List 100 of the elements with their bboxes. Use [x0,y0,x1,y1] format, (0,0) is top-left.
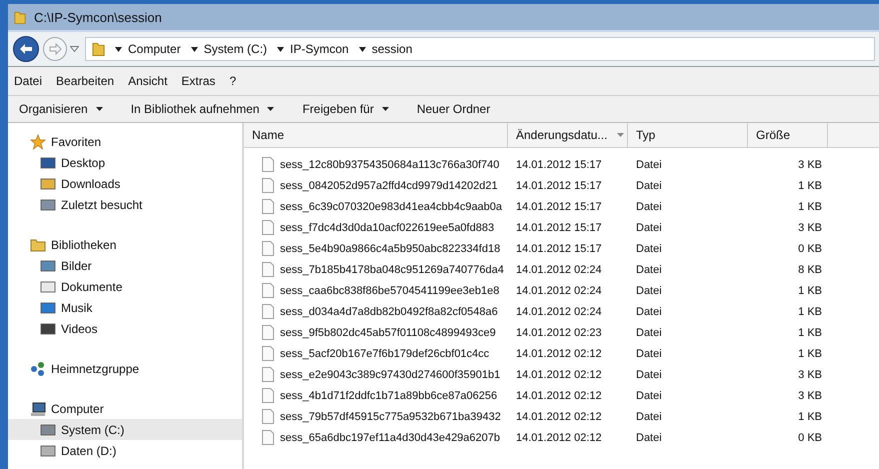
sidebar-item[interactable]: Bibliotheken [8,234,242,255]
file-name[interactable]: sess_d034a4d7a8db82b0492f8a82cf0548a6 [280,306,498,318]
back-button[interactable] [12,35,40,63]
file-icon [262,409,274,424]
table-cell: Datei [636,326,662,338]
file-name[interactable]: sess_0842052d957a2ffd4cd9979d14202d21 [280,180,498,192]
table-cell: 1 KB [798,284,822,296]
table-cell: 14.01.2012 02:12 [516,390,602,402]
sidebar-item[interactable]: Desktop [8,152,242,173]
menu-item[interactable]: Bearbeiten [56,74,114,88]
table-cell: 14.01.2012 15:17 [516,222,602,234]
table-cell: 1 KB [798,306,822,318]
sidebar-item[interactable]: System (C:) [8,419,242,440]
breadcrumb-item[interactable]: System (C:) [204,42,268,56]
table-cell: Datei [636,180,662,192]
file-icon [262,262,274,277]
file-name[interactable]: sess_caa6bc838f86be5704541199ee3eb1e8 [280,284,500,296]
table-cell: 3 KB [798,158,822,170]
folder-icon [92,41,105,57]
table-cell: Datei [636,432,662,444]
file-icon [262,283,274,298]
menu-item[interactable]: Datei [14,74,42,88]
sidebar-item[interactable]: Favoriten [8,131,242,152]
toolbar-button[interactable]: Freigeben für [299,100,392,118]
file-name[interactable]: sess_79b57df45915c775a9532b671ba39432 [280,410,501,422]
table-cell: 1 KB [798,326,822,338]
toolbar-button[interactable]: In Bibliothek aufnehmen [128,100,278,118]
file-icon [262,346,274,361]
table-cell: 14.01.2012 02:24 [516,306,602,318]
table-cell: Datei [636,200,662,212]
table-cell: Datei [636,284,662,296]
table-cell: 14.01.2012 15:17 [516,200,602,212]
file-name[interactable]: sess_5acf20b167e7f6b179def26cbf01c4cc [280,348,490,360]
window-title: C:\IP-Symcon\session [34,10,162,24]
breadcrumb-item[interactable]: session [372,42,412,56]
table-cell: 3 KB [798,368,822,380]
file-icon [262,367,274,382]
file-name[interactable]: sess_7b185b4178ba048c951269a740776da4 [280,264,504,276]
file-name[interactable]: sess_12c80b93754350684a113c766a30f740 [280,158,500,170]
file-icon [262,199,274,214]
table-cell: 14.01.2012 15:17 [516,242,602,254]
table-cell: Datei [636,368,662,380]
column-header[interactable]: Größe [748,123,828,147]
computer-icon [30,400,46,416]
caret-icon[interactable] [115,46,122,52]
caret-icon[interactable] [277,46,284,52]
file-name[interactable]: sess_f7dc4d3d0da10acf022619ee5a0fd883 [280,222,494,234]
file-name[interactable]: sess_6c39c070320e983d41ea4cbb4c9aab0a [280,200,502,212]
toolbar-button[interactable]: Organisieren [16,100,106,118]
sidebar-item[interactable]: Bilder [8,255,242,276]
table-cell: Datei [636,306,662,318]
sidebar-item[interactable]: Heimnetzgruppe [8,358,242,379]
table-cell: Datei [636,348,662,360]
sidebar-item[interactable]: Computer [8,398,242,419]
sidebar-item[interactable]: Daten (D:) [8,440,242,461]
library-icon [30,236,46,252]
table-cell: 14.01.2012 02:12 [516,348,602,360]
table-cell: 14.01.2012 15:17 [516,158,602,170]
sidebar-item[interactable]: Zuletzt besucht [8,194,242,215]
table-cell: 14.01.2012 02:12 [516,410,602,422]
sidebar-item[interactable]: Downloads [8,173,242,194]
toolbar-button[interactable]: Neuer Ordner [414,100,494,118]
sidebar-item[interactable]: Dokumente [8,276,242,297]
file-name[interactable]: sess_e2e9043c389c97430d274600f35901b1 [280,368,500,380]
file-icon [262,388,274,403]
file-icon [262,157,274,172]
folder-icon [14,10,26,24]
table-cell: Datei [636,410,662,422]
file-icon [262,325,274,340]
file-name[interactable]: sess_65a6dbc197ef11a4d30d43e429a6207b [280,432,500,444]
table-cell: 3 KB [798,390,822,402]
file-icon [262,304,274,319]
table-cell: Datei [636,242,662,254]
caret-icon[interactable] [190,46,198,52]
table-cell: 14.01.2012 02:12 [516,368,602,380]
table-cell: 14.01.2012 02:24 [516,284,602,296]
caret-icon[interactable] [358,46,366,52]
file-name[interactable]: sess_9f5b802dc45ab57f01108c4899493ce9 [280,326,496,338]
menu-item[interactable]: Ansicht [128,74,168,88]
table-cell: 8 KB [798,264,822,276]
menu-item[interactable]: Extras [181,74,216,88]
table-cell: 14.01.2012 02:12 [516,432,602,444]
file-icon [262,220,274,235]
table-cell: 1 KB [798,348,822,360]
menu-item[interactable]: ? [229,74,236,88]
file-icon [262,241,274,256]
sidebar-item[interactable]: Musik [8,297,242,318]
column-header[interactable]: Typ [628,123,748,147]
sidebar-item[interactable]: Videos [8,318,242,339]
column-header[interactable]: Änderungsdatu... [508,123,628,147]
breadcrumb-item[interactable]: Computer [128,42,181,56]
file-name[interactable]: sess_4b1d71f2ddfc1b71a89bb6ce87a06256 [280,390,498,402]
file-icon [262,430,274,445]
address-bar[interactable]: Computer System (C:) IP-Symcon session [85,37,875,61]
breadcrumb-item[interactable]: IP-Symcon [290,42,349,56]
network-icon [30,360,46,376]
column-header[interactable]: Name [244,123,508,147]
table-cell: 0 KB [798,432,822,444]
table-cell: 14.01.2012 02:23 [516,326,602,338]
file-name[interactable]: sess_5e4b90a9866c4a5b950abc822334fd18 [280,242,500,254]
